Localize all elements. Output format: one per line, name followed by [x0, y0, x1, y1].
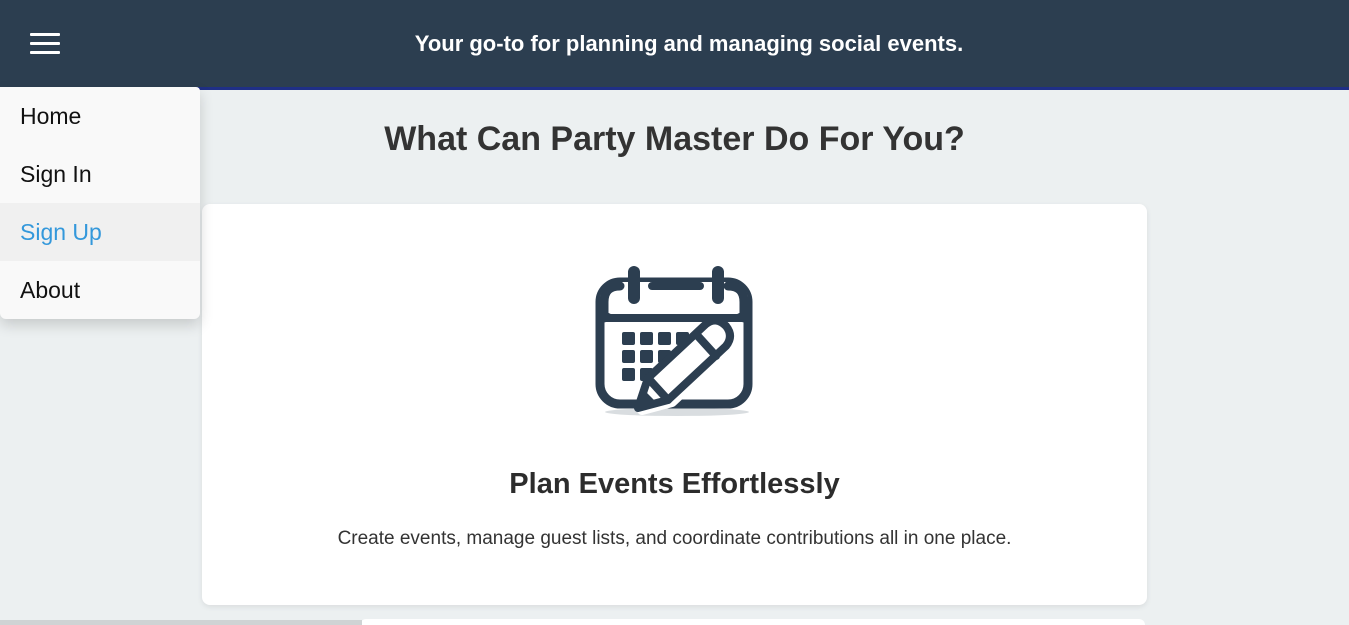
horizontal-scrollbar[interactable] [0, 620, 362, 625]
page-title: What Can Party Master Do For You? [384, 120, 965, 158]
feature-title: Plan Events Effortlessly [509, 468, 840, 500]
calendar-pencil-icon [595, 266, 753, 416]
nav-item-sign-in[interactable]: Sign In [0, 145, 200, 203]
header-tagline: Your go-to for planning and managing soc… [414, 31, 964, 56]
nav-item-about[interactable]: About [0, 261, 200, 319]
nav-item-home[interactable]: Home [0, 87, 200, 145]
nav-dropdown-menu: Home Sign In Sign Up About [0, 87, 200, 319]
feature-card: Plan Events Effortlessly Create events, … [202, 204, 1147, 605]
next-feature-card [360, 619, 1145, 625]
nav-item-sign-up[interactable]: Sign Up [0, 203, 200, 261]
feature-description: Create events, manage guest lists, and c… [337, 528, 1012, 549]
top-bar: Your go-to for planning and managing soc… [0, 0, 1349, 90]
